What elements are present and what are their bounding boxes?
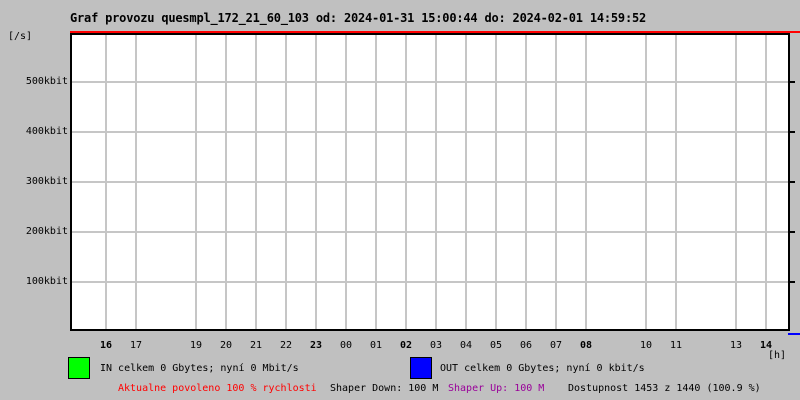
traffic-graph-screen: Graf provozu quesmpl_172_21_60_103 od: 2… xyxy=(0,0,800,400)
right-axis-tick xyxy=(790,231,795,233)
value-gridline xyxy=(72,231,788,233)
x-tick-label: 13 xyxy=(729,340,743,351)
y-tick-label: 200kbit xyxy=(25,226,68,237)
status-availability: Dostupnost 1453 z 1440 (100.9 %) xyxy=(568,383,761,394)
graph-title: Graf provozu quesmpl_172_21_60_103 od: 2… xyxy=(70,11,647,25)
chart-plot-area xyxy=(70,33,790,331)
x-tick-label: 11 xyxy=(669,340,683,351)
x-tick-label: 04 xyxy=(459,340,473,351)
x-tick-label: 17 xyxy=(129,340,143,351)
x-tick-label: 03 xyxy=(429,340,443,351)
value-gridline xyxy=(72,181,788,183)
legend-out-swatch xyxy=(410,357,432,379)
y-tick-label: 400kbit xyxy=(25,126,68,137)
y-tick-label: 300kbit xyxy=(25,176,68,187)
x-tick-label: 16 xyxy=(99,340,113,351)
x-tick-label: 08 xyxy=(579,340,593,351)
value-gridline xyxy=(72,131,788,133)
x-tick-label: 01 xyxy=(369,340,383,351)
y-tick-label: 100kbit xyxy=(25,276,68,287)
x-tick-label: 21 xyxy=(249,340,263,351)
value-gridline xyxy=(72,81,788,83)
right-axis-tick xyxy=(790,181,795,183)
x-tick-label: 06 xyxy=(519,340,533,351)
x-tick-label: 19 xyxy=(189,340,203,351)
x-tick-label: 00 xyxy=(339,340,353,351)
x-tick-label: 20 xyxy=(219,340,233,351)
legend-out-label: OUT celkem 0 Gbytes; nyní 0 kbit/s xyxy=(440,363,645,374)
x-tick-label: 07 xyxy=(549,340,563,351)
value-gridline xyxy=(72,281,788,283)
right-axis-tick xyxy=(790,131,795,133)
right-axis-tick xyxy=(790,281,795,283)
x-tick-label: 10 xyxy=(639,340,653,351)
x-tick-label: 02 xyxy=(399,340,413,351)
y-axis-unit-label: [/s] xyxy=(8,31,33,42)
x-tick-label: 23 xyxy=(309,340,323,351)
right-axis-tick xyxy=(790,81,795,83)
status-shaper-down: Shaper Down: 100 M xyxy=(330,383,439,394)
y-tick-label: 500kbit xyxy=(25,76,68,87)
status-allowed-speed: Aktualne povoleno 100 % rychlosti xyxy=(118,383,317,394)
status-shaper-up: Shaper Up: 100 M xyxy=(448,383,545,394)
legend-in-label: IN celkem 0 Gbytes; nyní 0 Mbit/s xyxy=(100,363,299,374)
x-tick-label: 14 xyxy=(759,340,773,351)
x-tick-label: 22 xyxy=(279,340,293,351)
x-tick-label: 05 xyxy=(489,340,503,351)
bottom-right-blue-line xyxy=(788,333,800,335)
legend-in-swatch xyxy=(68,357,90,379)
